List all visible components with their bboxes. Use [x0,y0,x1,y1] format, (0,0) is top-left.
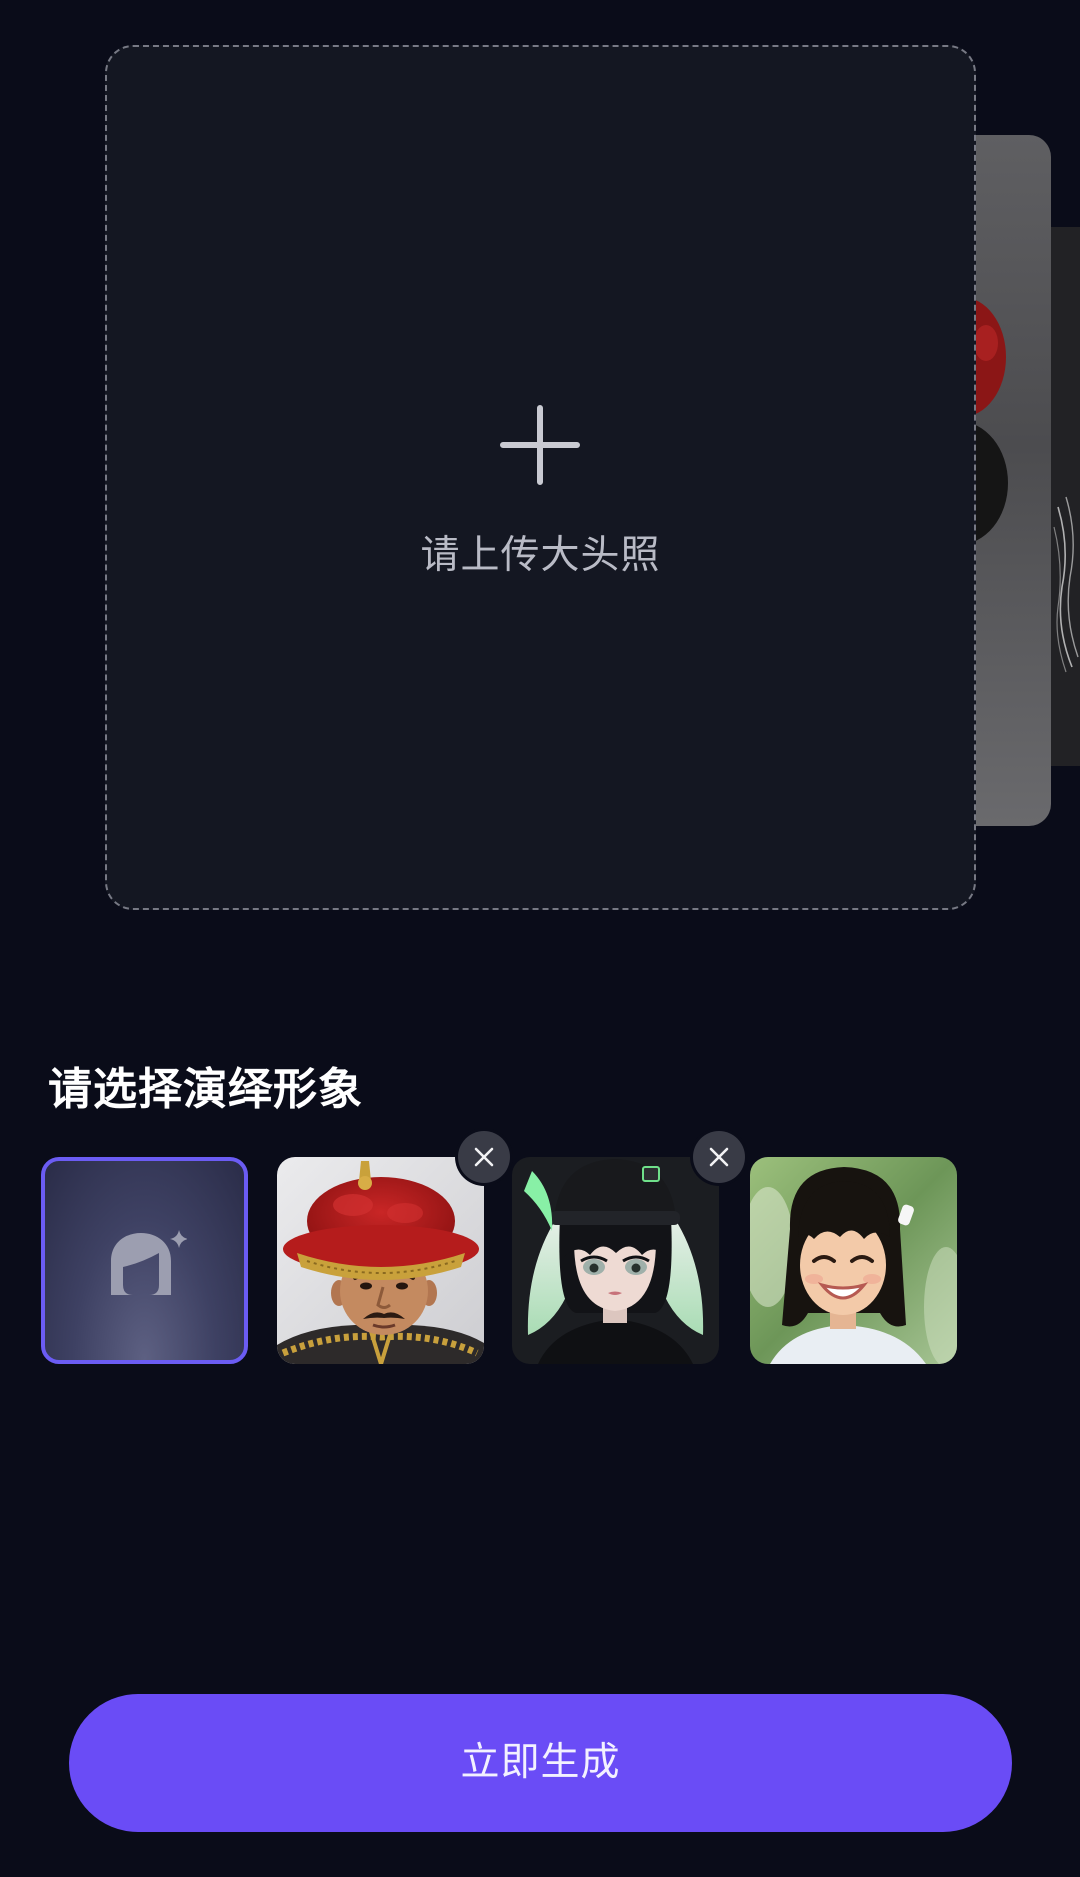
portrait-photo [512,1157,719,1364]
upload-hint: 请上传大头照 [420,533,661,578]
generate-now-button[interactable]: 立即生成 [69,1694,1012,1832]
remove-avatar-button[interactable] [693,1131,745,1183]
avatar-thumbnail [512,1157,719,1364]
avatar-option-4[interactable] [750,1157,957,1364]
avatar-option-2[interactable] [277,1131,510,1364]
avatar-option-3[interactable] [512,1131,745,1364]
plus-icon [500,405,580,485]
avatar-sparkle-icon [110,1229,187,1295]
close-icon [709,1147,729,1167]
avatar-thumbnail [750,1157,957,1364]
portrait-photo [277,1157,484,1364]
avatar-option-custom[interactable] [41,1157,248,1364]
avatar-thumbnail [41,1157,248,1364]
portrait-photo [750,1157,957,1364]
avatar-thumbnail [277,1157,484,1364]
upload-headshot-card[interactable]: 请上传大头照 [105,45,976,910]
remove-avatar-button[interactable] [458,1131,510,1183]
close-icon [474,1147,494,1167]
avatar-section-title: 请选择演绎形象 [48,1064,363,1115]
